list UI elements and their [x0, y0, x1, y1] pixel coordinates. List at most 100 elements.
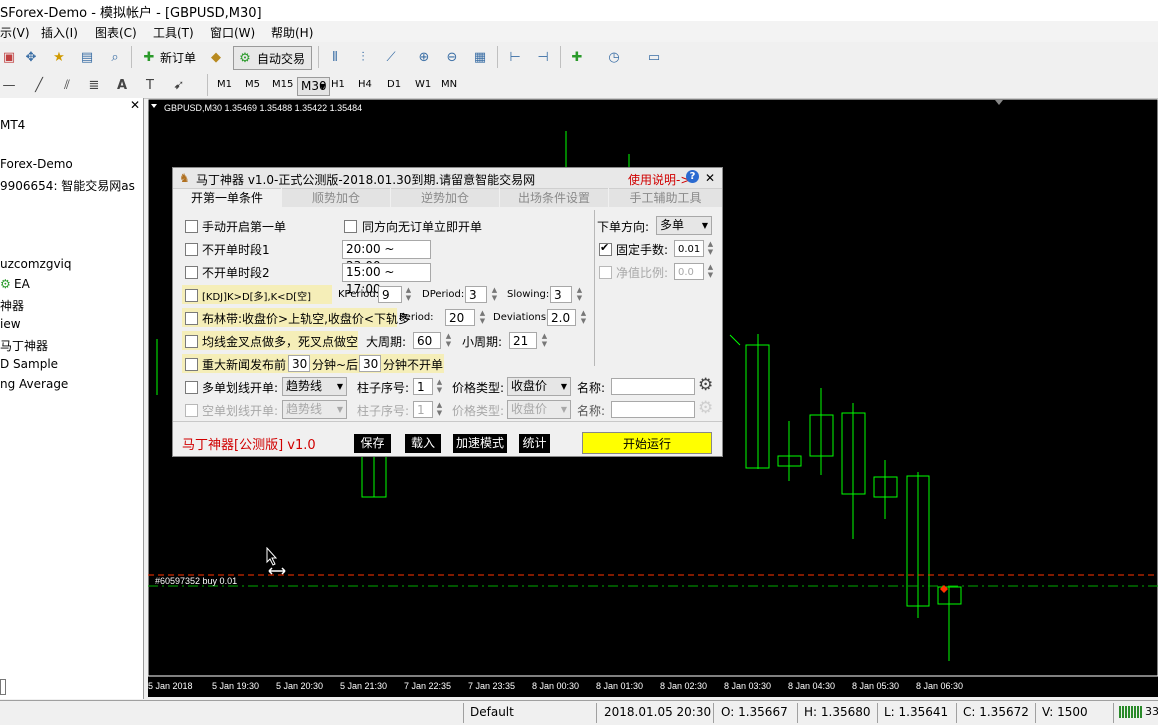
short-line-checkbox[interactable] — [185, 404, 198, 417]
no-open-2-input[interactable]: 15:00 ~ 17:00 — [342, 263, 431, 296]
nav-item[interactable]: 马丁神器 — [0, 337, 48, 354]
tf-w1[interactable]: W1 — [413, 77, 433, 93]
equity-ratio-checkbox[interactable] — [599, 266, 612, 279]
tab-counter-add[interactable]: 逆势加仓 — [391, 188, 499, 207]
long-line-checkbox[interactable] — [185, 381, 198, 394]
tab-first-order[interactable]: 开第一单条件 — [173, 188, 281, 207]
nav-item[interactable]: 9906654: 智能交易网as — [0, 177, 135, 194]
fixed-lot-checkbox[interactable]: ✔ — [599, 241, 612, 256]
help-icon[interactable]: ? — [686, 170, 699, 183]
tab-exit[interactable]: 出场条件设置 — [500, 188, 608, 207]
menu-tools[interactable]: 工具(T) — [153, 24, 194, 41]
tf-m5[interactable]: M5 — [243, 77, 262, 93]
tile-windows-icon[interactable]: ▦ — [471, 48, 489, 66]
no-open-1-input[interactable]: 20:00 ~ 23:00 — [342, 240, 431, 273]
crosshair-icon[interactable]: ✥ — [22, 48, 40, 66]
candlestick-icon[interactable]: ⫶ — [354, 48, 372, 66]
short-line-name-input[interactable] — [611, 401, 695, 418]
short-price-type-select[interactable]: 收盘价 — [507, 400, 571, 419]
nav-scrollbar[interactable] — [0, 679, 6, 695]
nav-item[interactable]: iew — [0, 317, 21, 331]
metaeditor-icon[interactable]: ◆ — [207, 48, 225, 66]
trendline-icon[interactable]: ╱ — [30, 76, 48, 94]
manual-first-checkbox[interactable] — [185, 220, 198, 233]
favorites-icon[interactable]: ★ — [50, 48, 68, 66]
auto-trade-button[interactable]: ⚙ 自动交易 — [233, 46, 312, 70]
nav-item[interactable]: EA — [14, 277, 30, 291]
price-type-select[interactable]: 收盘价 — [507, 377, 571, 396]
nav-item[interactable]: ng Average — [0, 377, 68, 391]
dperiod-spinner[interactable]: ▲ ▼ — [490, 286, 499, 303]
deviations-spinner[interactable]: ▲ ▼ — [579, 309, 588, 326]
short-bar-index-input[interactable]: 1 — [413, 401, 433, 418]
kperiod-spinner[interactable]: ▲ ▼ — [404, 286, 413, 303]
autoscroll-icon[interactable]: ⊢ — [506, 48, 524, 66]
stats-button[interactable]: 统计 — [519, 434, 550, 453]
slowing-spinner[interactable]: ▲ ▼ — [575, 286, 584, 303]
nav-item[interactable]: uzcomzgviq — [0, 257, 72, 271]
no-open-1-checkbox[interactable] — [185, 243, 198, 256]
equity-ratio-spinner[interactable]: ▲ ▼ — [706, 263, 715, 280]
tf-mn[interactable]: MN — [439, 77, 459, 93]
menu-insert[interactable]: 插入(I) — [41, 24, 78, 41]
help-link[interactable]: 使用说明-> — [628, 171, 690, 188]
start-run-button[interactable]: 开始运行 — [582, 432, 712, 454]
boll-checkbox[interactable] — [185, 312, 198, 325]
arrows-icon[interactable]: ➹ — [170, 76, 188, 94]
tester-icon[interactable]: ⌕ — [106, 48, 124, 66]
line-chart-icon[interactable]: ⟋ — [382, 48, 400, 66]
small-period-input[interactable]: 21 — [509, 332, 537, 349]
speed-mode-button[interactable]: 加速模式 — [453, 434, 507, 453]
tf-h4[interactable]: H4 — [356, 77, 374, 93]
load-button[interactable]: 载入 — [405, 434, 441, 453]
kperiod-input[interactable]: 9 — [378, 286, 402, 303]
big-period-spinner[interactable]: ▲ ▼ — [444, 332, 453, 349]
news-before-input[interactable]: 30 — [288, 355, 310, 372]
period-spinner[interactable]: ▲ ▼ — [478, 309, 487, 326]
menu-chart[interactable]: 图表(C) — [95, 24, 137, 41]
settings-gear-icon[interactable]: ⚙ — [698, 375, 713, 395]
long-line-name-input[interactable] — [611, 378, 695, 395]
zoom-out-icon[interactable]: ⊖ — [443, 48, 461, 66]
profiles-icon[interactable]: ▣ — [0, 48, 18, 66]
bar-chart-icon[interactable]: ⫴ — [326, 48, 344, 66]
periods-icon[interactable]: ◷ — [605, 48, 623, 66]
bar-index-spinner[interactable]: ▲ ▼ — [435, 378, 444, 395]
menu-view[interactable]: 示(V) — [0, 24, 30, 41]
tf-m1[interactable]: M1 — [215, 77, 234, 93]
fixed-lot-input[interactable]: 0.01 — [674, 240, 704, 257]
long-line-type-select[interactable]: 趋势线 — [282, 377, 347, 396]
indicators-icon[interactable]: ✚ — [568, 48, 586, 66]
short-settings-gear-icon[interactable]: ⚙ — [698, 398, 713, 418]
navigator-icon[interactable]: ▤ — [78, 48, 96, 66]
nav-item[interactable]: D Sample — [0, 357, 58, 371]
nav-item[interactable]: 神器 — [0, 297, 24, 314]
tf-d1[interactable]: D1 — [385, 77, 403, 93]
tab-trend-add[interactable]: 顺势加仓 — [282, 188, 390, 207]
order-dir-select[interactable]: 多单 — [656, 216, 712, 235]
hline-icon[interactable]: — — [0, 76, 18, 94]
bar-index-input[interactable]: 1 — [413, 378, 433, 395]
tf-m30[interactable]: M30 — [297, 77, 330, 96]
new-order-icon[interactable]: ✚ — [140, 48, 158, 66]
tab-manual-tools[interactable]: 手工辅助工具 — [609, 188, 722, 207]
ma-checkbox[interactable] — [185, 335, 198, 348]
new-order-button[interactable]: 新订单 — [160, 49, 196, 66]
short-bar-index-spinner[interactable]: ▲ ▼ — [435, 401, 444, 418]
save-button[interactable]: 保存 — [354, 434, 391, 453]
short-line-type-select[interactable]: 趋势线 — [282, 400, 347, 419]
close-icon[interactable]: ✕ — [130, 98, 140, 112]
menu-help[interactable]: 帮助(H) — [271, 24, 313, 41]
slowing-input[interactable]: 3 — [550, 286, 572, 303]
channel-icon[interactable]: ⫽ — [58, 76, 76, 94]
news-checkbox[interactable] — [185, 358, 198, 371]
chart-shift-icon[interactable]: ⊣ — [534, 48, 552, 66]
zoom-in-icon[interactable]: ⊕ — [415, 48, 433, 66]
no-open-2-checkbox[interactable] — [185, 266, 198, 279]
close-icon[interactable]: ✕ — [705, 171, 715, 185]
label-icon[interactable]: T — [141, 76, 159, 94]
templates-icon[interactable]: ▭ — [645, 48, 663, 66]
menu-window[interactable]: 窗口(W) — [210, 24, 255, 41]
kdj-checkbox[interactable] — [185, 289, 198, 302]
text-icon[interactable]: A — [113, 76, 131, 94]
